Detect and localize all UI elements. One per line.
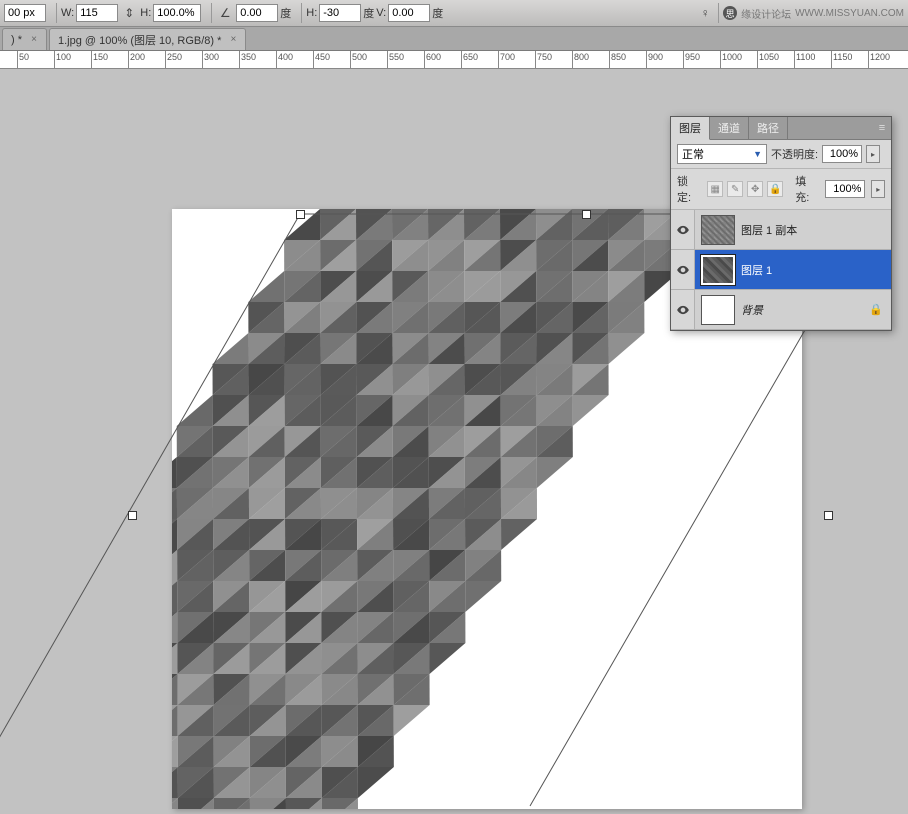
blend-mode-select[interactable]: 正常 ▼ <box>677 144 767 164</box>
tab-label: 1.jpg @ 100% (图层 10, RGB/8) * <box>58 32 221 48</box>
tab-label: ) * <box>11 34 22 46</box>
layer-item[interactable]: 图层 1 副本 <box>671 210 891 250</box>
eye-icon <box>676 223 690 237</box>
visibility-toggle[interactable] <box>671 250 695 289</box>
layer-list: 图层 1 副本 图层 1 背景 🔒 <box>671 210 891 330</box>
warp-icon[interactable]: ♀ <box>696 4 714 22</box>
lock-icons: ▦ ✎ ✥ 🔒 <box>707 181 783 197</box>
watermark-url: WWW.MISSYUAN.COM <box>795 8 904 19</box>
visibility-toggle[interactable] <box>671 210 695 249</box>
tab-document-1[interactable]: ) * × <box>2 28 47 50</box>
close-icon[interactable]: × <box>28 34 40 46</box>
angle-input[interactable] <box>236 4 278 22</box>
fill-input[interactable] <box>825 180 865 198</box>
layer-thumbnail[interactable] <box>701 215 735 245</box>
width-input[interactable] <box>76 4 118 22</box>
height-input[interactable] <box>153 4 201 22</box>
divider <box>211 3 212 23</box>
lock-pixels-icon[interactable]: ✎ <box>727 181 743 197</box>
opacity-label: 不透明度: <box>771 146 818 162</box>
transform-handle-mr[interactable] <box>824 511 833 520</box>
lock-all-icon[interactable]: 🔒 <box>767 181 783 197</box>
visibility-toggle[interactable] <box>671 290 695 329</box>
logo-icon: 思 <box>723 6 737 20</box>
layers-panel[interactable]: 图层 通道 路径 ≡ 正常 ▼ 不透明度: ▸ 锁定: ▦ ✎ ✥ 🔒 填充: … <box>670 116 892 331</box>
divider <box>56 3 57 23</box>
horizontal-ruler[interactable]: 0501001502002503003504004505005506006507… <box>0 51 908 69</box>
skew-h-unit: 度 <box>363 5 374 21</box>
layer-name[interactable]: 图层 1 <box>741 262 772 278</box>
w-label: W: <box>61 7 74 19</box>
fill-flyout-icon[interactable]: ▸ <box>871 180 885 198</box>
blend-mode-value: 正常 <box>682 146 704 162</box>
angle-unit: 度 <box>280 5 291 21</box>
x-input[interactable] <box>4 4 46 22</box>
opacity-input[interactable] <box>822 145 862 163</box>
chevron-down-icon: ▼ <box>753 149 762 159</box>
document-tabs: ) * × 1.jpg @ 100% (图层 10, RGB/8) * × <box>0 27 908 51</box>
panel-menu-icon[interactable]: ≡ <box>873 117 891 139</box>
layer-name[interactable]: 图层 1 副本 <box>741 222 797 238</box>
skew-v-unit: 度 <box>432 5 443 21</box>
fill-label: 填充: <box>795 173 819 205</box>
layer-thumbnail[interactable] <box>701 255 735 285</box>
skew-v-label: V: <box>376 7 386 19</box>
close-icon[interactable]: × <box>227 34 239 46</box>
tab-channels[interactable]: 通道 <box>710 117 749 139</box>
lock-fill-row: 锁定: ▦ ✎ ✥ 🔒 填充: ▸ <box>671 169 891 210</box>
lock-label: 锁定: <box>677 173 701 205</box>
blend-opacity-row: 正常 ▼ 不透明度: ▸ <box>671 140 891 169</box>
transform-handle-tm[interactable] <box>582 210 591 219</box>
divider <box>718 3 719 23</box>
watermark-text: 缘设计论坛 <box>741 6 791 21</box>
layer-item[interactable]: 图层 1 <box>671 250 891 290</box>
layer-item-background[interactable]: 背景 🔒 <box>671 290 891 330</box>
layer-thumbnail[interactable] <box>701 295 735 325</box>
options-bar: W: ⇕ H: ∠ 度 H: 度 V: 度 ♀ 思 缘设计论坛 WWW.MISS… <box>0 0 908 27</box>
panel-tabs: 图层 通道 路径 ≡ <box>671 117 891 140</box>
tab-paths[interactable]: 路径 <box>749 117 788 139</box>
layer-name[interactable]: 背景 <box>741 302 763 318</box>
h-label: H: <box>140 7 151 19</box>
opacity-flyout-icon[interactable]: ▸ <box>866 145 880 163</box>
divider <box>301 3 302 23</box>
angle-icon: ∠ <box>216 4 234 22</box>
tab-layers[interactable]: 图层 <box>671 117 710 140</box>
skew-h-input[interactable] <box>319 4 361 22</box>
skew-v-input[interactable] <box>388 4 430 22</box>
link-icon[interactable]: ⇕ <box>120 4 138 22</box>
eye-icon <box>676 303 690 317</box>
lock-transparency-icon[interactable]: ▦ <box>707 181 723 197</box>
tab-document-2[interactable]: 1.jpg @ 100% (图层 10, RGB/8) * × <box>49 28 246 50</box>
transform-handle-tl[interactable] <box>296 210 305 219</box>
transform-handle-ml[interactable] <box>128 511 137 520</box>
skew-h-label: H: <box>306 7 317 19</box>
watermark: 思 缘设计论坛 WWW.MISSYUAN.COM <box>723 6 904 21</box>
lock-position-icon[interactable]: ✥ <box>747 181 763 197</box>
lock-icon: 🔒 <box>869 303 883 316</box>
eye-icon <box>676 263 690 277</box>
